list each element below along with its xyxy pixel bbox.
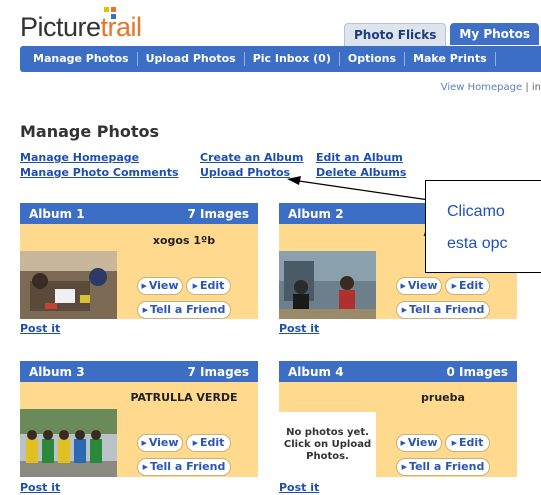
nav-manage-photos[interactable]: Manage Photos: [20, 52, 138, 66]
album-card: Album 3 7 Images PATRULLA VERDE ▶ View ▶ E…: [20, 361, 258, 477]
view-homepage-link[interactable]: View Homepage: [441, 82, 522, 93]
post-it-link[interactable]: Post it: [279, 322, 319, 335]
manage-photo-comments-link[interactable]: Manage Photo Comments: [20, 166, 179, 179]
album-header: Album 1 7 Images: [20, 203, 258, 224]
callout-line-2: esta opc: [447, 235, 508, 252]
view-homepage-sep: | in: [525, 82, 541, 93]
create-album-link[interactable]: Create an Album: [200, 151, 303, 164]
album-title: Album 4: [288, 364, 344, 379]
upload-photos-link[interactable]: Upload Photos: [200, 166, 290, 179]
post-it-link[interactable]: Post it: [20, 481, 60, 494]
album-name: xogos 1ºb: [152, 234, 216, 247]
picturetrail-logo[interactable]: Picturetrail: [20, 12, 142, 43]
album-name: PATRULLA VERDE: [130, 391, 238, 404]
view-button[interactable]: ▶ View: [396, 277, 442, 295]
tell-a-friend-button[interactable]: ▶ Tell a Friend: [396, 301, 490, 319]
album-title: Album 1: [29, 206, 85, 221]
edit-album-link[interactable]: Edit an Album: [316, 151, 403, 164]
page-title: Manage Photos: [20, 122, 160, 141]
edit-button[interactable]: ▶ Edit: [445, 277, 490, 295]
tab-photo-flicks[interactable]: Photo Flicks: [344, 23, 447, 46]
tell-a-friend-button[interactable]: ▶ Tell a Friend: [396, 458, 490, 476]
album-thumbnail[interactable]: [20, 251, 117, 319]
nav-make-prints[interactable]: Make Prints: [405, 52, 496, 66]
nav-options[interactable]: Options: [340, 52, 406, 66]
album-card: Album 4 0 Images prueba No photos yet. C…: [279, 361, 517, 477]
nav-upload-photos[interactable]: Upload Photos: [138, 52, 245, 66]
album-thumbnail[interactable]: [279, 251, 376, 319]
nav-pic-inbox[interactable]: Pic Inbox (0): [245, 52, 340, 66]
no-photos-placeholder: No photos yet. Click on Upload Photos.: [279, 412, 376, 477]
annotation-arrow-icon: [287, 176, 430, 201]
tab-my-photos[interactable]: My Photos: [450, 23, 540, 45]
edit-button[interactable]: ▶ Edit: [186, 434, 231, 452]
album-header: Album 4 0 Images: [279, 361, 517, 382]
edit-button[interactable]: ▶ Edit: [186, 277, 231, 295]
view-button[interactable]: ▶ View: [137, 277, 183, 295]
tell-a-friend-button[interactable]: ▶ Tell a Friend: [137, 301, 231, 319]
album-title: Album 2: [288, 206, 344, 221]
view-button[interactable]: ▶ View: [137, 434, 183, 452]
album-count: 7 Images: [187, 206, 249, 221]
callout-line-1: Clicamo: [447, 203, 505, 220]
post-it-link[interactable]: Post it: [279, 481, 319, 494]
manage-homepage-link[interactable]: Manage Homepage: [20, 151, 139, 164]
view-homepage-bar: View Homepage | in: [441, 82, 541, 93]
album-name: prueba: [421, 391, 465, 404]
tell-a-friend-button[interactable]: ▶ Tell a Friend: [137, 458, 231, 476]
album-header: Album 3 7 Images: [20, 361, 258, 382]
edit-button[interactable]: ▶ Edit: [445, 434, 490, 452]
post-it-link[interactable]: Post it: [20, 322, 60, 335]
album-count: 0 Images: [446, 364, 508, 379]
top-tabs: Photo Flicks My Photos: [344, 23, 541, 46]
main-nav: Manage Photos Upload Photos Pic Inbox (0…: [20, 46, 541, 72]
view-button[interactable]: ▶ View: [396, 434, 442, 452]
album-title: Album 3: [29, 364, 85, 379]
album-card: Album 1 7 Images xogos 1ºb ▶ View ▶ Edit ▶…: [20, 203, 258, 319]
album-thumbnail[interactable]: [20, 409, 117, 477]
annotation-callout: Clicamo esta opc: [425, 180, 541, 273]
album-count: 7 Images: [187, 364, 249, 379]
